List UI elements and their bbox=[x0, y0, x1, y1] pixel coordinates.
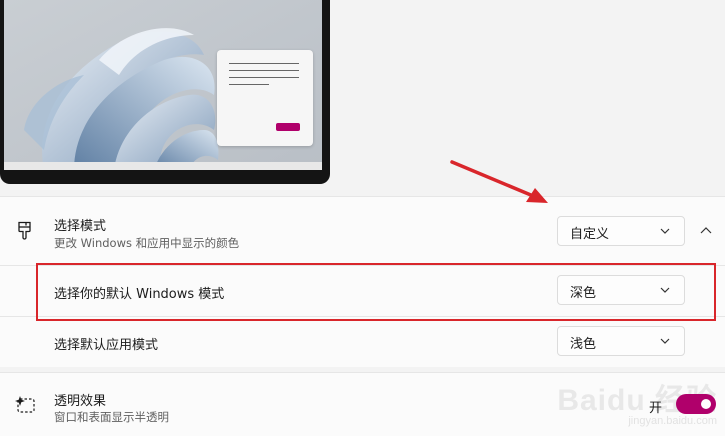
theme-preview bbox=[0, 0, 330, 184]
transparency-toggle[interactable] bbox=[676, 394, 716, 414]
mode-setting-card: 选择模式 更改 Windows 和应用中显示的颜色 自定义 bbox=[0, 196, 725, 265]
chevron-down-icon bbox=[660, 338, 670, 344]
toggle-knob bbox=[701, 399, 711, 409]
preview-accent-button bbox=[276, 123, 300, 131]
transparency-title: 透明效果 bbox=[54, 394, 107, 409]
app-mode-title: 选择默认应用模式 bbox=[54, 338, 159, 353]
preview-window bbox=[217, 50, 313, 146]
app-mode-card: 选择默认应用模式 浅色 bbox=[0, 316, 725, 367]
annotation-arrow-icon bbox=[450, 160, 548, 203]
sparkle-frame-icon bbox=[15, 396, 35, 413]
mode-setting-title: 选择模式 bbox=[54, 219, 107, 234]
annotation-highlight-box bbox=[36, 263, 716, 321]
mode-setting-subtitle: 更改 Windows 和应用中显示的颜色 bbox=[54, 236, 240, 250]
preview-text-line bbox=[229, 63, 299, 64]
chevron-up-icon[interactable] bbox=[700, 225, 712, 237]
transparency-toggle-state: 开 bbox=[649, 401, 663, 416]
preview-text-line bbox=[229, 84, 269, 85]
preview-text-line bbox=[229, 70, 299, 71]
preview-taskbar bbox=[4, 162, 322, 170]
transparency-subtitle: 窗口和表面显示半透明 bbox=[54, 410, 169, 424]
preview-text-line bbox=[229, 77, 299, 78]
chevron-down-icon bbox=[660, 228, 670, 234]
mode-dropdown[interactable]: 自定义 bbox=[557, 216, 685, 246]
mode-dropdown-value: 自定义 bbox=[570, 227, 610, 242]
paintbrush-icon bbox=[18, 221, 31, 240]
app-mode-dropdown-value: 浅色 bbox=[570, 337, 597, 352]
app-mode-dropdown[interactable]: 浅色 bbox=[557, 326, 685, 356]
